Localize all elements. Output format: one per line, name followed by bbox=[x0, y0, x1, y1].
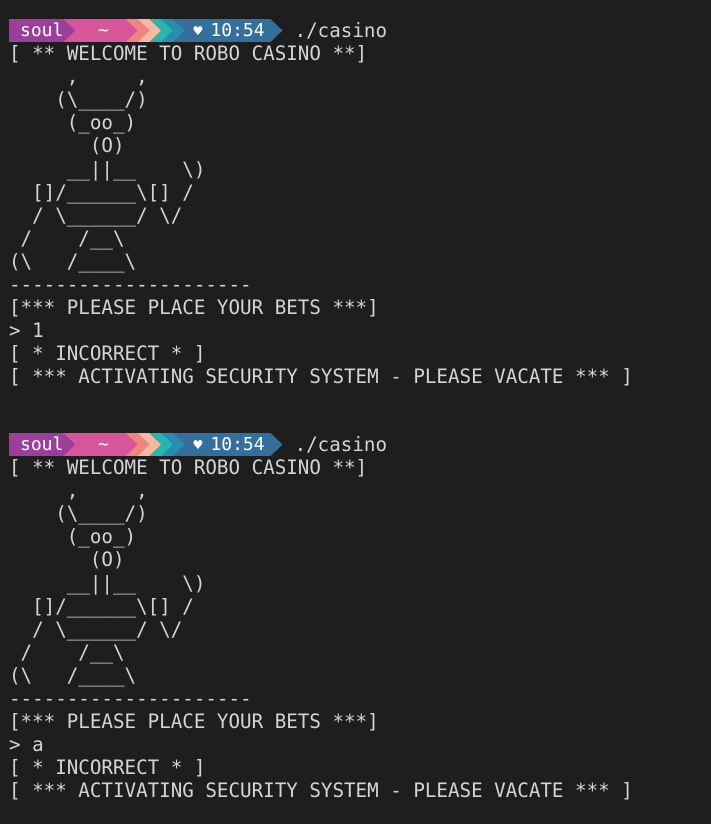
prompt-time-segment: ♥ 10:54 bbox=[173, 19, 282, 42]
ascii-art-line: / \______/ \/ bbox=[9, 617, 183, 641]
user-input: > a bbox=[9, 733, 44, 757]
ascii-art-line: (O) bbox=[9, 134, 125, 158]
ascii-divider: --------------------- bbox=[9, 273, 252, 297]
user-input: > 1 bbox=[9, 319, 44, 343]
ascii-art-line: (\ /____\ bbox=[9, 663, 137, 687]
ascii-art-line: / \______/ \/ bbox=[9, 203, 183, 227]
command-text: ./casino bbox=[294, 19, 387, 43]
result-message: [ * INCORRECT * ] bbox=[9, 756, 206, 780]
heart-icon: ♥ bbox=[193, 435, 203, 454]
command-text: ./casino bbox=[294, 433, 387, 457]
prompt-time-segment: ♥ 10:54 bbox=[173, 433, 282, 456]
ascii-art-line: __||__ \) bbox=[9, 571, 206, 595]
prompt-time: 10:54 bbox=[210, 20, 265, 42]
ascii-art-line: []/______\[] / bbox=[9, 180, 194, 204]
shell-prompt: soul ~ ♥ 10:54 ./casino bbox=[9, 433, 709, 457]
bets-prompt: [*** PLEASE PLACE YOUR BETS ***] bbox=[9, 710, 379, 734]
ascii-art-line: (O) bbox=[9, 548, 125, 572]
security-message: [ *** ACTIVATING SECURITY SYSTEM - PLEAS… bbox=[9, 365, 633, 389]
ascii-art-line: , , bbox=[9, 65, 148, 89]
casino-run-1: soul ~ ♥ 10:54 ./casino [ ** WELCOME TO … bbox=[9, 19, 709, 389]
prompt-user: soul bbox=[9, 433, 76, 457]
ascii-art-line: / /__\ bbox=[9, 226, 125, 250]
welcome-banner: [ ** WELCOME TO ROBO CASINO **] bbox=[9, 42, 368, 66]
ascii-art-line: / /__\ bbox=[9, 640, 125, 664]
result-message: [ * INCORRECT * ] bbox=[9, 342, 206, 366]
ascii-art-line: (_oo_) bbox=[9, 111, 137, 135]
casino-run-2: soul ~ ♥ 10:54 ./casino [ ** WELCOME TO … bbox=[9, 433, 709, 803]
ascii-art-line: , , bbox=[9, 479, 148, 503]
ascii-art-line: (\____/) bbox=[9, 502, 148, 526]
prompt-time: 10:54 bbox=[210, 434, 265, 456]
terminal-window[interactable]: soul ~ ♥ 10:54 ./casino [ ** WELCOME TO … bbox=[0, 0, 711, 824]
ascii-art-line: __||__ \) bbox=[9, 157, 206, 181]
welcome-banner: [ ** WELCOME TO ROBO CASINO **] bbox=[9, 456, 368, 480]
prompt-user: soul bbox=[9, 19, 76, 43]
ascii-art-line: (_oo_) bbox=[9, 525, 137, 549]
heart-icon: ♥ bbox=[193, 21, 203, 40]
ascii-art-line: (\ /____\ bbox=[9, 249, 137, 273]
ascii-divider: --------------------- bbox=[9, 687, 252, 711]
shell-prompt: soul ~ ♥ 10:54 ./casino bbox=[9, 19, 709, 43]
bets-prompt: [*** PLEASE PLACE YOUR BETS ***] bbox=[9, 296, 379, 320]
ascii-art-line: []/______\[] / bbox=[9, 594, 194, 618]
security-message: [ *** ACTIVATING SECURITY SYSTEM - PLEAS… bbox=[9, 779, 633, 803]
ascii-art-line: (\____/) bbox=[9, 88, 148, 112]
